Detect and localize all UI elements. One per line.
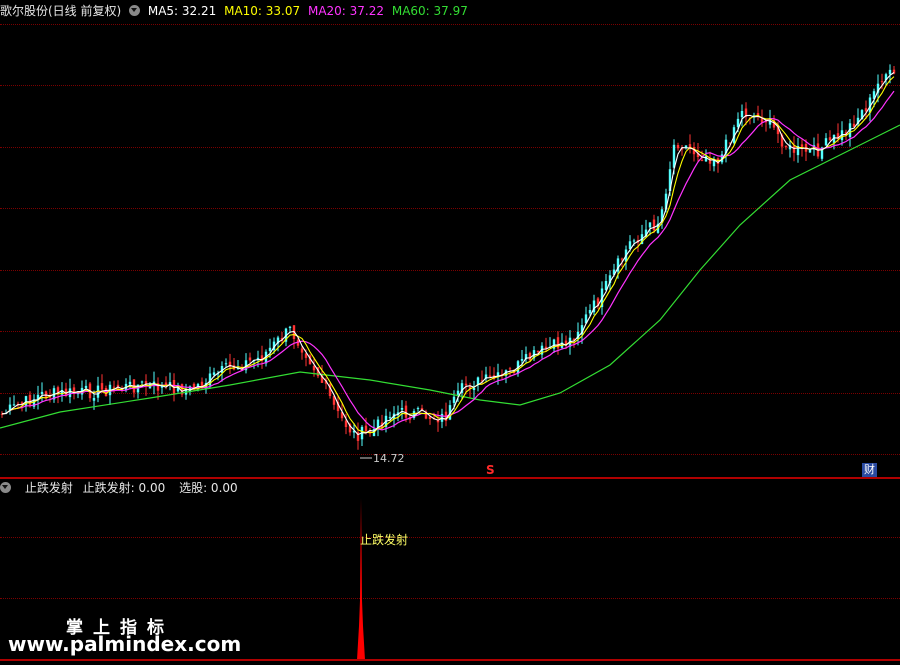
candle-body bbox=[404, 405, 408, 418]
low-price-label: 14.72 bbox=[373, 452, 405, 465]
candle-body bbox=[288, 326, 292, 328]
candle-body bbox=[364, 425, 368, 432]
candle-body bbox=[452, 396, 456, 403]
candle-body bbox=[464, 383, 468, 386]
candle-body bbox=[684, 145, 688, 148]
candle-body bbox=[312, 365, 316, 371]
candle-body bbox=[456, 390, 460, 395]
candle-body bbox=[268, 347, 272, 351]
ma10-line bbox=[1, 76, 895, 434]
signal-label: 止跌发射 bbox=[360, 533, 409, 547]
candle-body bbox=[84, 385, 88, 389]
candle-body bbox=[824, 138, 828, 146]
candle-body bbox=[676, 145, 680, 149]
candle-body bbox=[792, 145, 796, 153]
candle-body bbox=[740, 111, 744, 118]
signal-spike bbox=[357, 498, 365, 660]
candle-body bbox=[888, 69, 892, 75]
candle-body bbox=[140, 381, 144, 383]
candle-body bbox=[632, 240, 636, 242]
candle-body bbox=[588, 310, 592, 314]
candle-body bbox=[40, 391, 44, 395]
candle-body bbox=[536, 350, 540, 352]
ma20-line bbox=[1, 90, 895, 431]
candle-body bbox=[828, 137, 832, 141]
candle-body bbox=[344, 420, 348, 427]
candle-body bbox=[388, 417, 392, 419]
candle-body bbox=[100, 383, 104, 390]
finance-marker[interactable]: 财 bbox=[862, 463, 877, 477]
candle-body bbox=[652, 219, 656, 231]
candle-body bbox=[28, 394, 32, 406]
candle-body bbox=[736, 118, 740, 127]
candle-body bbox=[112, 386, 116, 388]
candle-body bbox=[880, 81, 884, 83]
candle-body bbox=[24, 396, 28, 407]
sell-marker[interactable]: S bbox=[486, 463, 495, 477]
candle-body bbox=[212, 372, 216, 375]
price-chart[interactable] bbox=[0, 0, 900, 478]
candlesticks bbox=[0, 64, 896, 450]
candle-body bbox=[556, 337, 560, 349]
candle-body bbox=[700, 159, 704, 161]
candle-body bbox=[128, 381, 132, 385]
candle-body bbox=[648, 222, 652, 228]
candle-body bbox=[472, 388, 476, 390]
candle-body bbox=[620, 258, 624, 260]
candle-body bbox=[248, 357, 252, 361]
candle-body bbox=[784, 145, 788, 148]
bottom-border bbox=[0, 659, 900, 661]
candle-body bbox=[68, 388, 72, 398]
candle-body bbox=[92, 398, 96, 401]
watermark-url: www.palmindex.com bbox=[8, 632, 242, 656]
candle-body bbox=[520, 359, 524, 361]
candle-body bbox=[800, 144, 804, 147]
candle-body bbox=[488, 375, 492, 377]
ma5-line bbox=[1, 72, 895, 436]
candle-body bbox=[12, 404, 16, 406]
candle-body bbox=[300, 348, 304, 353]
candle-body bbox=[400, 408, 404, 410]
candle-body bbox=[416, 408, 420, 410]
candle-body bbox=[224, 363, 228, 365]
candle-body bbox=[508, 368, 512, 370]
